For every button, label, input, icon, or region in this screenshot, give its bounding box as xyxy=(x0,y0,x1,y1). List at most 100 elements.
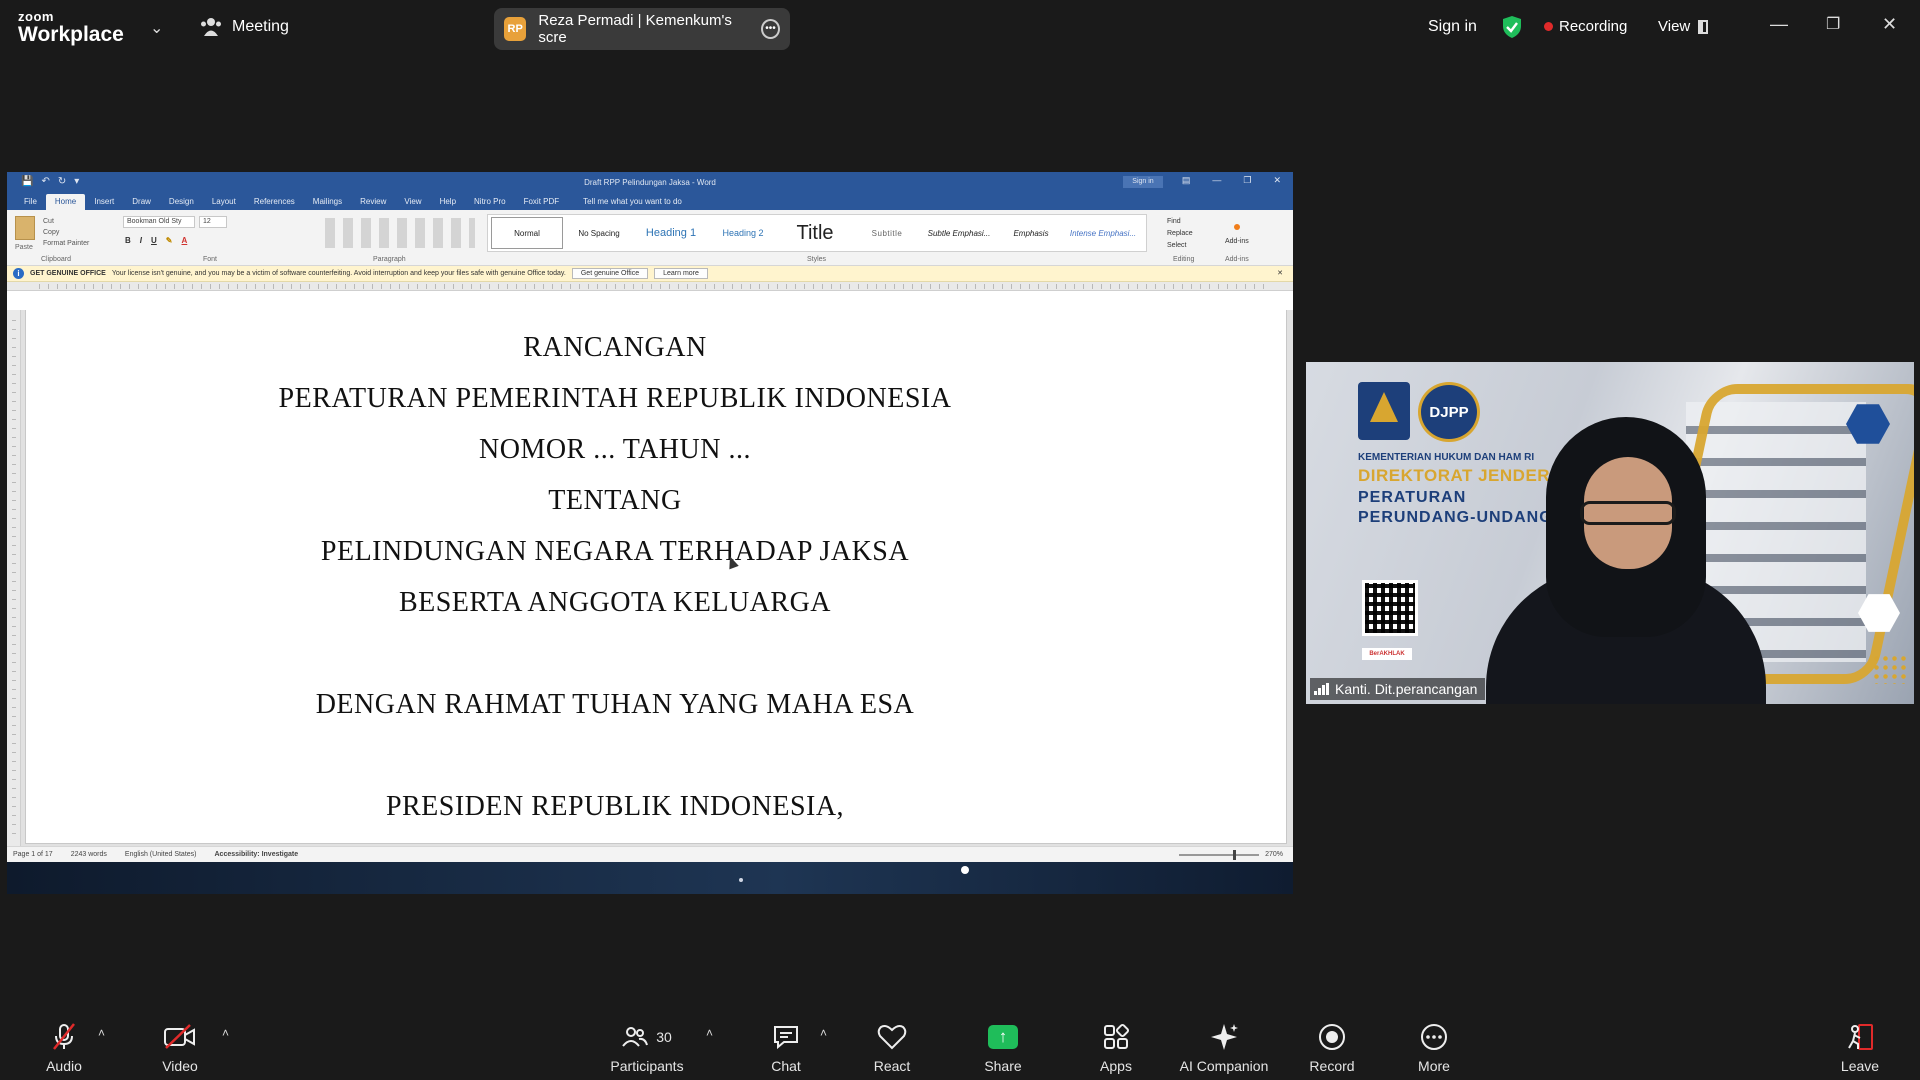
style-normal[interactable]: Normal xyxy=(491,217,563,249)
tab-review[interactable]: Review xyxy=(351,197,395,210)
participant-person xyxy=(1486,417,1766,704)
more-label: More xyxy=(1418,1058,1450,1074)
word-minimize-icon[interactable]: — xyxy=(1212,175,1221,186)
italic-button[interactable]: I xyxy=(140,236,142,245)
tab-nitro-pro[interactable]: Nitro Pro xyxy=(465,197,515,210)
view-button[interactable]: View xyxy=(1658,18,1709,35)
get-genuine-office-button[interactable]: Get genuine Office xyxy=(571,268,649,279)
accessibility-status[interactable]: Accessibility: Investigate xyxy=(215,851,299,858)
close-icon[interactable]: ✕ xyxy=(1882,14,1897,35)
style-intense-emphasis[interactable]: Intense Emphasi... xyxy=(1067,229,1139,238)
style-subtitle[interactable]: Subtitle xyxy=(851,229,923,238)
zoom-level[interactable]: 270% xyxy=(1265,851,1283,858)
tab-layout[interactable]: Layout xyxy=(203,197,245,210)
zoom-workplace-logo[interactable]: zoom Workplace xyxy=(18,10,124,45)
participant-video-tile[interactable]: DJPP KEMENTERIAN HUKUM DAN HAM RI DIREKT… xyxy=(1306,362,1914,704)
person-glasses xyxy=(1580,501,1676,525)
style-no-spacing[interactable]: No Spacing xyxy=(563,229,635,238)
more-button[interactable]: More xyxy=(1406,1006,1462,1080)
style-title[interactable]: Title xyxy=(779,222,851,245)
tell-me-search[interactable]: Tell me what you want to do xyxy=(574,197,691,210)
language-status[interactable]: English (United States) xyxy=(125,851,197,858)
font-color-button[interactable]: A xyxy=(182,236,188,245)
ribbon-display-icon[interactable]: ▤ xyxy=(1182,175,1191,186)
record-button[interactable]: Record xyxy=(1304,1006,1360,1080)
meeting-menu[interactable]: Meeting xyxy=(200,17,289,37)
minimize-icon[interactable]: — xyxy=(1770,14,1788,35)
doc-line-peraturan[interactable]: PERATURAN PEMERINTAH REPUBLIK INDONESIA xyxy=(26,383,1204,415)
chat-button[interactable]: Chat xyxy=(758,1006,814,1080)
add-ins-button[interactable]: Add-ins xyxy=(1225,224,1249,245)
doc-line-pelindungan[interactable]: PELINDUNGAN NEGARA TERHADAP JAKSA xyxy=(26,536,1204,568)
record-icon xyxy=(1317,1020,1347,1054)
tab-view[interactable]: View xyxy=(395,197,430,210)
logo-brand-bottom: Workplace xyxy=(18,23,124,46)
style-heading-2[interactable]: Heading 2 xyxy=(707,228,779,238)
horizontal-ruler[interactable] xyxy=(7,282,1293,291)
more-options-icon[interactable]: ••• xyxy=(761,19,780,39)
paragraph-buttons[interactable] xyxy=(325,218,475,248)
participants-options-caret-icon[interactable]: ˄ xyxy=(706,1026,713,1040)
word-close-icon[interactable]: ✕ xyxy=(1273,175,1281,186)
doc-line-beserta[interactable]: BESERTA ANGGOTA KELUARGA xyxy=(26,587,1204,619)
learn-more-button[interactable]: Learn more xyxy=(654,268,708,279)
document-page[interactable]: RANCANGAN PERATURAN PEMERINTAH REPUBLIK … xyxy=(25,310,1287,844)
ai-companion-button[interactable]: AI Companion xyxy=(1170,1006,1278,1080)
zoom-slider[interactable] xyxy=(1179,849,1260,860)
infobar-close-icon[interactable]: ✕ xyxy=(1277,269,1283,277)
tab-references[interactable]: References xyxy=(245,197,304,210)
cut-button[interactable]: Cut xyxy=(43,216,89,227)
bold-button[interactable]: B xyxy=(125,236,131,245)
select-button[interactable]: Select xyxy=(1167,240,1193,252)
encryption-shield-icon[interactable] xyxy=(1502,15,1522,39)
format-painter-button[interactable]: Format Painter xyxy=(43,238,89,249)
paste-icon[interactable] xyxy=(15,216,35,240)
tab-draw[interactable]: Draw xyxy=(123,197,160,210)
tab-help[interactable]: Help xyxy=(431,197,465,210)
tab-file[interactable]: File xyxy=(15,197,46,210)
doc-line-tentang[interactable]: TENTANG xyxy=(26,485,1204,517)
react-button[interactable]: React xyxy=(864,1006,920,1080)
font-size-select[interactable]: 12 xyxy=(199,216,227,228)
chevron-down-icon[interactable]: ⌄ xyxy=(150,18,163,38)
copy-button[interactable]: Copy xyxy=(43,227,89,238)
video-button[interactable]: Video xyxy=(152,1006,208,1080)
share-button[interactable]: ↑ Share xyxy=(975,1006,1031,1080)
recording-indicator[interactable]: Recording xyxy=(1544,18,1627,35)
leave-button[interactable]: Leave xyxy=(1832,1006,1888,1080)
find-button[interactable]: Find xyxy=(1167,216,1193,228)
highlight-icon[interactable]: ✎ xyxy=(166,236,173,245)
word-count[interactable]: 2243 words xyxy=(71,851,107,858)
underline-button[interactable]: U xyxy=(151,236,157,245)
infobar-message: Your license isn't genuine, and you may … xyxy=(111,270,566,277)
sign-in-link[interactable]: Sign in xyxy=(1428,18,1477,36)
doc-line-rancangan[interactable]: RANCANGAN xyxy=(26,332,1204,364)
doc-line-presiden[interactable]: PRESIDEN REPUBLIK INDONESIA, xyxy=(26,791,1204,823)
word-restore-icon[interactable]: ❐ xyxy=(1243,175,1251,186)
tab-insert[interactable]: Insert xyxy=(85,197,123,210)
apps-button[interactable]: Apps xyxy=(1088,1006,1144,1080)
audio-options-caret-icon[interactable]: ˄ xyxy=(98,1026,105,1040)
screen-share-indicator[interactable]: RP Reza Permadi | Kemenkum's scre ••• xyxy=(494,8,790,50)
page-count[interactable]: Page 1 of 17 xyxy=(13,851,53,858)
video-label: Video xyxy=(162,1058,198,1074)
restore-icon[interactable]: ❐ xyxy=(1826,14,1840,34)
chat-options-caret-icon[interactable]: ˄ xyxy=(820,1026,827,1040)
tab-foxit-pdf[interactable]: Foxit PDF xyxy=(515,197,569,210)
audio-button[interactable]: Audio xyxy=(36,1006,92,1080)
tab-design[interactable]: Design xyxy=(160,197,203,210)
doc-line-nomor[interactable]: NOMOR ... TAHUN ... xyxy=(26,434,1204,466)
font-name-select[interactable]: Bookman Old Sty xyxy=(123,216,195,228)
doc-line-dengan-rahmat[interactable]: DENGAN RAHMAT TUHAN YANG MAHA ESA xyxy=(26,689,1204,721)
paste-label[interactable]: Paste xyxy=(15,244,33,251)
style-heading-1[interactable]: Heading 1 xyxy=(635,227,707,239)
tab-mailings[interactable]: Mailings xyxy=(304,197,351,210)
word-sign-in-button[interactable]: Sign in xyxy=(1123,176,1163,188)
vertical-ruler[interactable] xyxy=(7,310,21,846)
video-options-caret-icon[interactable]: ˄ xyxy=(222,1026,229,1040)
participants-button[interactable]: 30 Participants xyxy=(602,1006,692,1080)
style-emphasis[interactable]: Emphasis xyxy=(995,229,1067,238)
tab-home[interactable]: Home xyxy=(45,194,86,210)
replace-button[interactable]: Replace xyxy=(1167,228,1193,240)
style-subtle-emphasis[interactable]: Subtle Emphasi... xyxy=(923,229,995,238)
